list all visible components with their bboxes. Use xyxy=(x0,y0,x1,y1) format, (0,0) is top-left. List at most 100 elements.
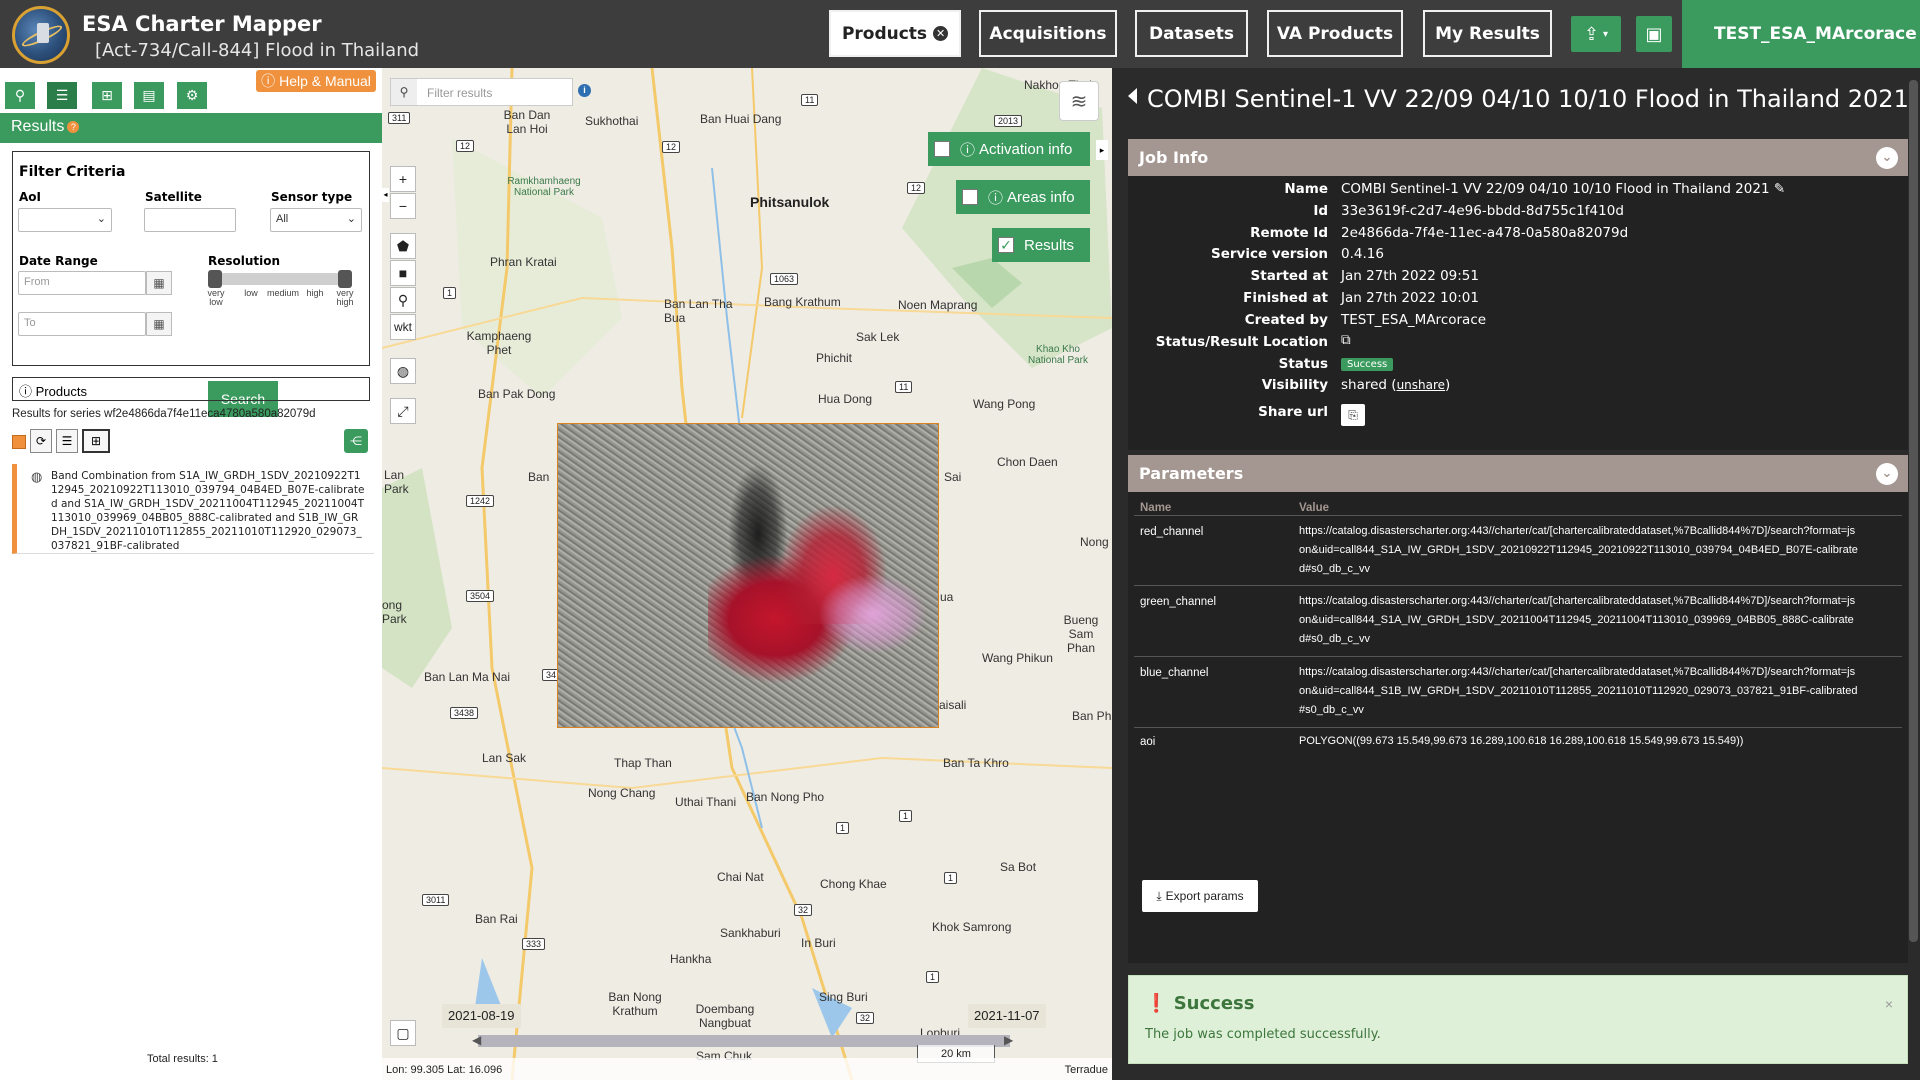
export-params-button[interactable]: ⤓ Export params xyxy=(1142,880,1258,912)
label-share-url: Share url xyxy=(1258,404,1328,420)
search-tool-button[interactable]: ⚲ xyxy=(5,82,35,109)
wkt-button[interactable]: wkt xyxy=(390,314,416,340)
draw-point-button[interactable]: ⚲ xyxy=(390,287,416,313)
activation-info-toggle[interactable]: ⓘ Activation info xyxy=(928,132,1090,166)
job-details-panel: COMBI Sentinel-1 VV 22/09 04/10 10/10 Fl… xyxy=(1112,68,1920,1080)
parameters-title: Parameters xyxy=(1139,464,1244,483)
satellite-input[interactable] xyxy=(144,208,236,232)
calendar-icon[interactable]: ▦ xyxy=(146,312,172,336)
label-visibility: Visibility xyxy=(1261,377,1328,393)
briefcase-button[interactable]: ▣ xyxy=(1636,16,1672,52)
select-all-checkbox[interactable] xyxy=(12,435,26,449)
place-label: Chong Khae xyxy=(820,877,887,891)
tab-datasets[interactable]: Datasets xyxy=(1135,10,1248,57)
fullscreen-button[interactable]: ⤢ xyxy=(390,398,416,424)
activation-info-checkbox[interactable] xyxy=(934,141,950,157)
add-to-basket-button[interactable]: ⊞ xyxy=(82,429,110,453)
areas-info-label: Areas info xyxy=(1007,188,1075,206)
upload-icon: ⇪ xyxy=(1583,23,1600,44)
scrollbar[interactable] xyxy=(1909,80,1918,942)
list-icon: ☰ xyxy=(61,434,73,448)
place-label: Ban Lan Tha Bua xyxy=(664,297,733,325)
place-label: Ban Huai Dang xyxy=(700,112,782,126)
date-from-input[interactable]: From xyxy=(18,271,146,295)
external-link-icon[interactable]: ⧉ xyxy=(1341,332,1351,348)
refresh-button[interactable]: ⟳ xyxy=(30,429,52,453)
list-view-button[interactable]: ☰ xyxy=(56,429,78,453)
place-label: Wang Pong xyxy=(973,397,1036,411)
map-view[interactable]: Nakhon Thai Ban Dan Lan Hoi Sukhothai Ba… xyxy=(382,68,1112,1080)
unshare-link[interactable]: unshare xyxy=(1397,378,1445,392)
back-arrow-icon[interactable] xyxy=(1128,88,1137,104)
results-layer-toggle[interactable]: ✓ Results xyxy=(992,228,1090,262)
tab-products-label: Products xyxy=(841,23,928,44)
globe-view-button[interactable]: ◍ xyxy=(390,358,416,384)
status-badge: Success xyxy=(1341,358,1394,371)
timeline-toggle-button[interactable]: ▢ xyxy=(390,1020,416,1046)
user-menu[interactable]: TEST_ESA_MArcorace ▾ xyxy=(1682,0,1920,68)
value-started: Jan 27th 2022 09:51 xyxy=(1341,268,1479,284)
park-label: Ramkhamhaeng National Park xyxy=(507,176,581,198)
chevron-down-icon[interactable]: ⌄ xyxy=(1876,147,1898,169)
zoom-out-button[interactable]: − xyxy=(390,193,416,219)
product-footprint-image[interactable] xyxy=(557,423,939,728)
pencil-icon[interactable]: ✎ xyxy=(1774,181,1785,197)
top-bar: ESA Charter Mapper [Act-734/Call-844] Fl… xyxy=(0,0,1920,68)
route-shield: 32 xyxy=(856,1012,875,1024)
areas-info-checkbox[interactable] xyxy=(962,189,978,205)
tab-my-results[interactable]: My Results xyxy=(1423,10,1552,57)
place-label: ong Park xyxy=(382,598,407,626)
parameters-header[interactable]: Parameters ⌄ xyxy=(1128,455,1908,492)
archive-tool-button[interactable]: ▤ xyxy=(134,82,164,109)
results-layer-checkbox[interactable]: ✓ xyxy=(998,237,1014,253)
tab-products[interactable]: Products ✕ xyxy=(829,10,961,57)
copy-url-button[interactable]: ⎘ xyxy=(1341,404,1365,426)
settings-tool-button[interactable]: ⚙ xyxy=(177,82,207,109)
sensor-type-select[interactable]: All ⌄ xyxy=(270,208,362,232)
result-title: Band Combination from S1A_IW_GRDH_1SDV_2… xyxy=(51,470,365,552)
date-to-input[interactable]: To xyxy=(18,312,146,336)
place-label: Sukhothai xyxy=(585,114,639,128)
upload-dropdown-button[interactable]: ⇪ ▾ xyxy=(1571,16,1621,52)
resolution-slider[interactable] xyxy=(213,273,348,285)
close-icon[interactable]: ✕ xyxy=(933,26,949,41)
collapse-left-handle[interactable]: ◂ xyxy=(382,188,389,202)
zoom-in-button[interactable]: + xyxy=(390,166,416,192)
question-icon[interactable]: ? xyxy=(67,120,80,133)
help-manual-button[interactable]: ⓘ Help & Manual xyxy=(256,70,376,92)
list-item[interactable]: ◍ Band Combination from S1A_IW_GRDH_1SDV… xyxy=(12,464,374,554)
filter-title: Filter Criteria xyxy=(19,164,126,180)
aoi-select[interactable]: ⌄ xyxy=(18,208,112,232)
draw-polygon-button[interactable]: ⬟ xyxy=(390,233,416,259)
timeline-left-arrow[interactable]: ◀ xyxy=(472,1033,481,1047)
res-tick-very-high: very high xyxy=(336,288,354,307)
info-icon[interactable]: i xyxy=(578,84,591,97)
resolution-min-handle[interactable] xyxy=(208,270,222,288)
route-shield: 311 xyxy=(388,112,411,124)
draw-rectangle-button[interactable]: ■ xyxy=(390,260,416,286)
chevron-down-icon: ⌄ xyxy=(96,213,106,225)
layers-button[interactable]: ≋ xyxy=(1059,81,1099,121)
results-tool-button[interactable]: ☰ xyxy=(47,82,77,109)
basket-tool-button[interactable]: ⊞ xyxy=(92,82,122,109)
timeline-right-arrow[interactable]: ▶ xyxy=(1004,1033,1013,1047)
tab-acquisitions[interactable]: Acquisitions xyxy=(979,10,1117,57)
job-info-title: Job Info xyxy=(1139,148,1209,167)
resolution-max-handle[interactable] xyxy=(338,270,352,288)
share-button[interactable]: ⋲ xyxy=(344,429,368,453)
areas-info-toggle[interactable]: ⓘ Areas info xyxy=(956,180,1090,214)
place-label: aisali xyxy=(939,698,967,712)
products-header-label: Products xyxy=(35,384,87,399)
place-label: Hua Dong xyxy=(818,392,873,406)
calendar-icon[interactable]: ▦ xyxy=(146,271,172,295)
map-filter-input[interactable]: ⚲ Filter results xyxy=(390,78,573,106)
job-info-header[interactable]: Job Info ⌄ xyxy=(1128,139,1908,176)
close-icon[interactable]: × xyxy=(1885,996,1893,1012)
collapse-right-handle[interactable]: ▸ xyxy=(1096,140,1108,160)
date-range-label: Date Range xyxy=(19,254,98,268)
label-finished: Finished at xyxy=(1243,290,1328,306)
chevron-down-icon[interactable]: ⌄ xyxy=(1876,463,1898,485)
route-shield: 1 xyxy=(944,872,958,884)
column-header-value: Value xyxy=(1299,502,1330,514)
tab-va-products[interactable]: VA Products xyxy=(1267,10,1403,57)
